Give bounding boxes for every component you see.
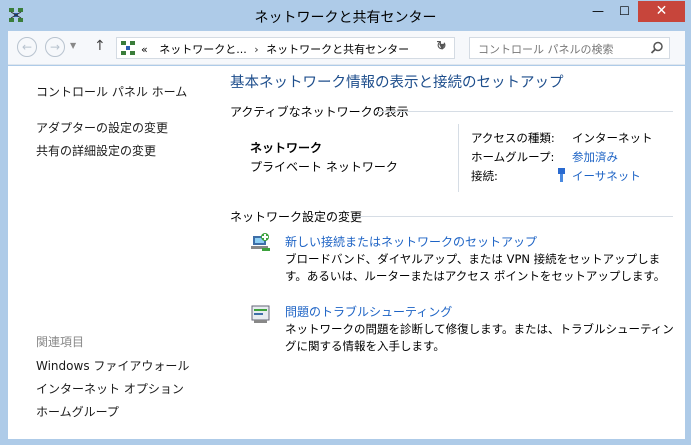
access-type-label: アクセスの種類: <box>471 131 555 145</box>
sidebar-item-control-panel-home[interactable]: コントロール パネル ホーム <box>36 83 187 100</box>
network-name: ネットワーク <box>250 141 323 155</box>
breadcrumb-item-sharing-center[interactable]: ネットワークと共有センター <box>266 43 409 56</box>
breadcrumb-separator[interactable]: › <box>254 43 258 56</box>
divider <box>353 216 673 217</box>
troubleshoot-problems-description: ネットワークの問題を診断して修復します。または、トラブルシューティングに関する情… <box>285 322 674 353</box>
divider <box>458 124 459 192</box>
sidebar-item-advanced-sharing[interactable]: 共有の詳細設定の変更 <box>36 142 156 159</box>
maximize-button[interactable]: ☐ <box>611 1 638 22</box>
close-button[interactable]: ✕ <box>638 1 685 22</box>
homegroup-label: ホームグループ: <box>471 150 555 164</box>
network-type: プライベート ネットワーク <box>250 160 398 174</box>
troubleshoot-icon <box>251 305 270 323</box>
window: ネットワークと共有センター — ☐ ✕ ← → ▼ ↑ « ネットワークと...… <box>0 0 691 445</box>
control-panel-icon <box>121 41 135 55</box>
access-type-value: インターネット <box>572 131 653 145</box>
search-placeholder: コントロール パネルの検索 <box>478 43 614 56</box>
up-button[interactable]: ↑ <box>94 38 106 54</box>
search-input[interactable]: コントロール パネルの検索 <box>469 37 670 59</box>
address-bar[interactable]: « ネットワークと... › ネットワークと共有センター ▼ <box>116 37 455 59</box>
main-panel: 基本ネットワーク情報の表示と接続のセットアップ アクティブなネットワークの表示 … <box>230 66 685 439</box>
minimize-button[interactable]: — <box>585 1 611 22</box>
breadcrumb: « ネットワークと... › ネットワークと共有センター <box>141 41 409 57</box>
connection-label: 接続: <box>471 169 498 183</box>
change-settings-heading: ネットワーク設定の変更 <box>230 210 363 224</box>
page-title: 基本ネットワーク情報の表示と接続のセットアップ <box>230 75 564 91</box>
search-icon[interactable] <box>650 41 664 55</box>
setup-new-connection-description: ブロードバンド、ダイヤルアップ、または VPN 接続をセットアップします。あるい… <box>285 252 666 283</box>
recent-locations-chevron-down-icon[interactable]: ▼ <box>70 41 76 50</box>
navigation-bar: ← → ▼ ↑ « ネットワークと... › ネットワークと共有センター ▼ ↻ <box>8 31 685 65</box>
back-button[interactable]: ← <box>17 37 37 57</box>
sidebar-item-adapter-settings[interactable]: アダプターの設定の変更 <box>36 119 168 136</box>
troubleshoot-problems-link[interactable]: 問題のトラブルシューティング <box>285 303 452 320</box>
connection-link[interactable]: イーサネット <box>556 168 641 184</box>
homegroup-link[interactable]: 参加済み <box>572 149 618 165</box>
related-items-heading: 関連項目 <box>36 335 85 349</box>
ethernet-icon <box>558 168 565 182</box>
forward-button[interactable]: → <box>45 37 65 57</box>
refresh-icon[interactable]: ↻ <box>436 39 447 54</box>
new-connection-icon <box>251 233 270 251</box>
breadcrumb-item-network[interactable]: ネットワークと... <box>159 43 247 56</box>
setup-new-connection-link[interactable]: 新しい接続またはネットワークのセットアップ <box>285 233 537 250</box>
divider <box>376 111 673 112</box>
connection-value: イーサネット <box>572 169 641 183</box>
sidebar-item-homegroup[interactable]: ホームグループ <box>36 403 119 420</box>
sidebar: コントロール パネル ホーム アダプターの設定の変更 共有の詳細設定の変更 関連… <box>8 66 216 439</box>
breadcrumb-overflow[interactable]: « <box>141 43 148 56</box>
sidebar-item-windows-firewall[interactable]: Windows ファイアウォール <box>36 357 189 374</box>
sidebar-item-internet-options[interactable]: インターネット オプション <box>36 380 184 397</box>
content-area: コントロール パネル ホーム アダプターの設定の変更 共有の詳細設定の変更 関連… <box>8 66 685 439</box>
title-bar[interactable]: ネットワークと共有センター — ☐ ✕ <box>0 0 691 30</box>
